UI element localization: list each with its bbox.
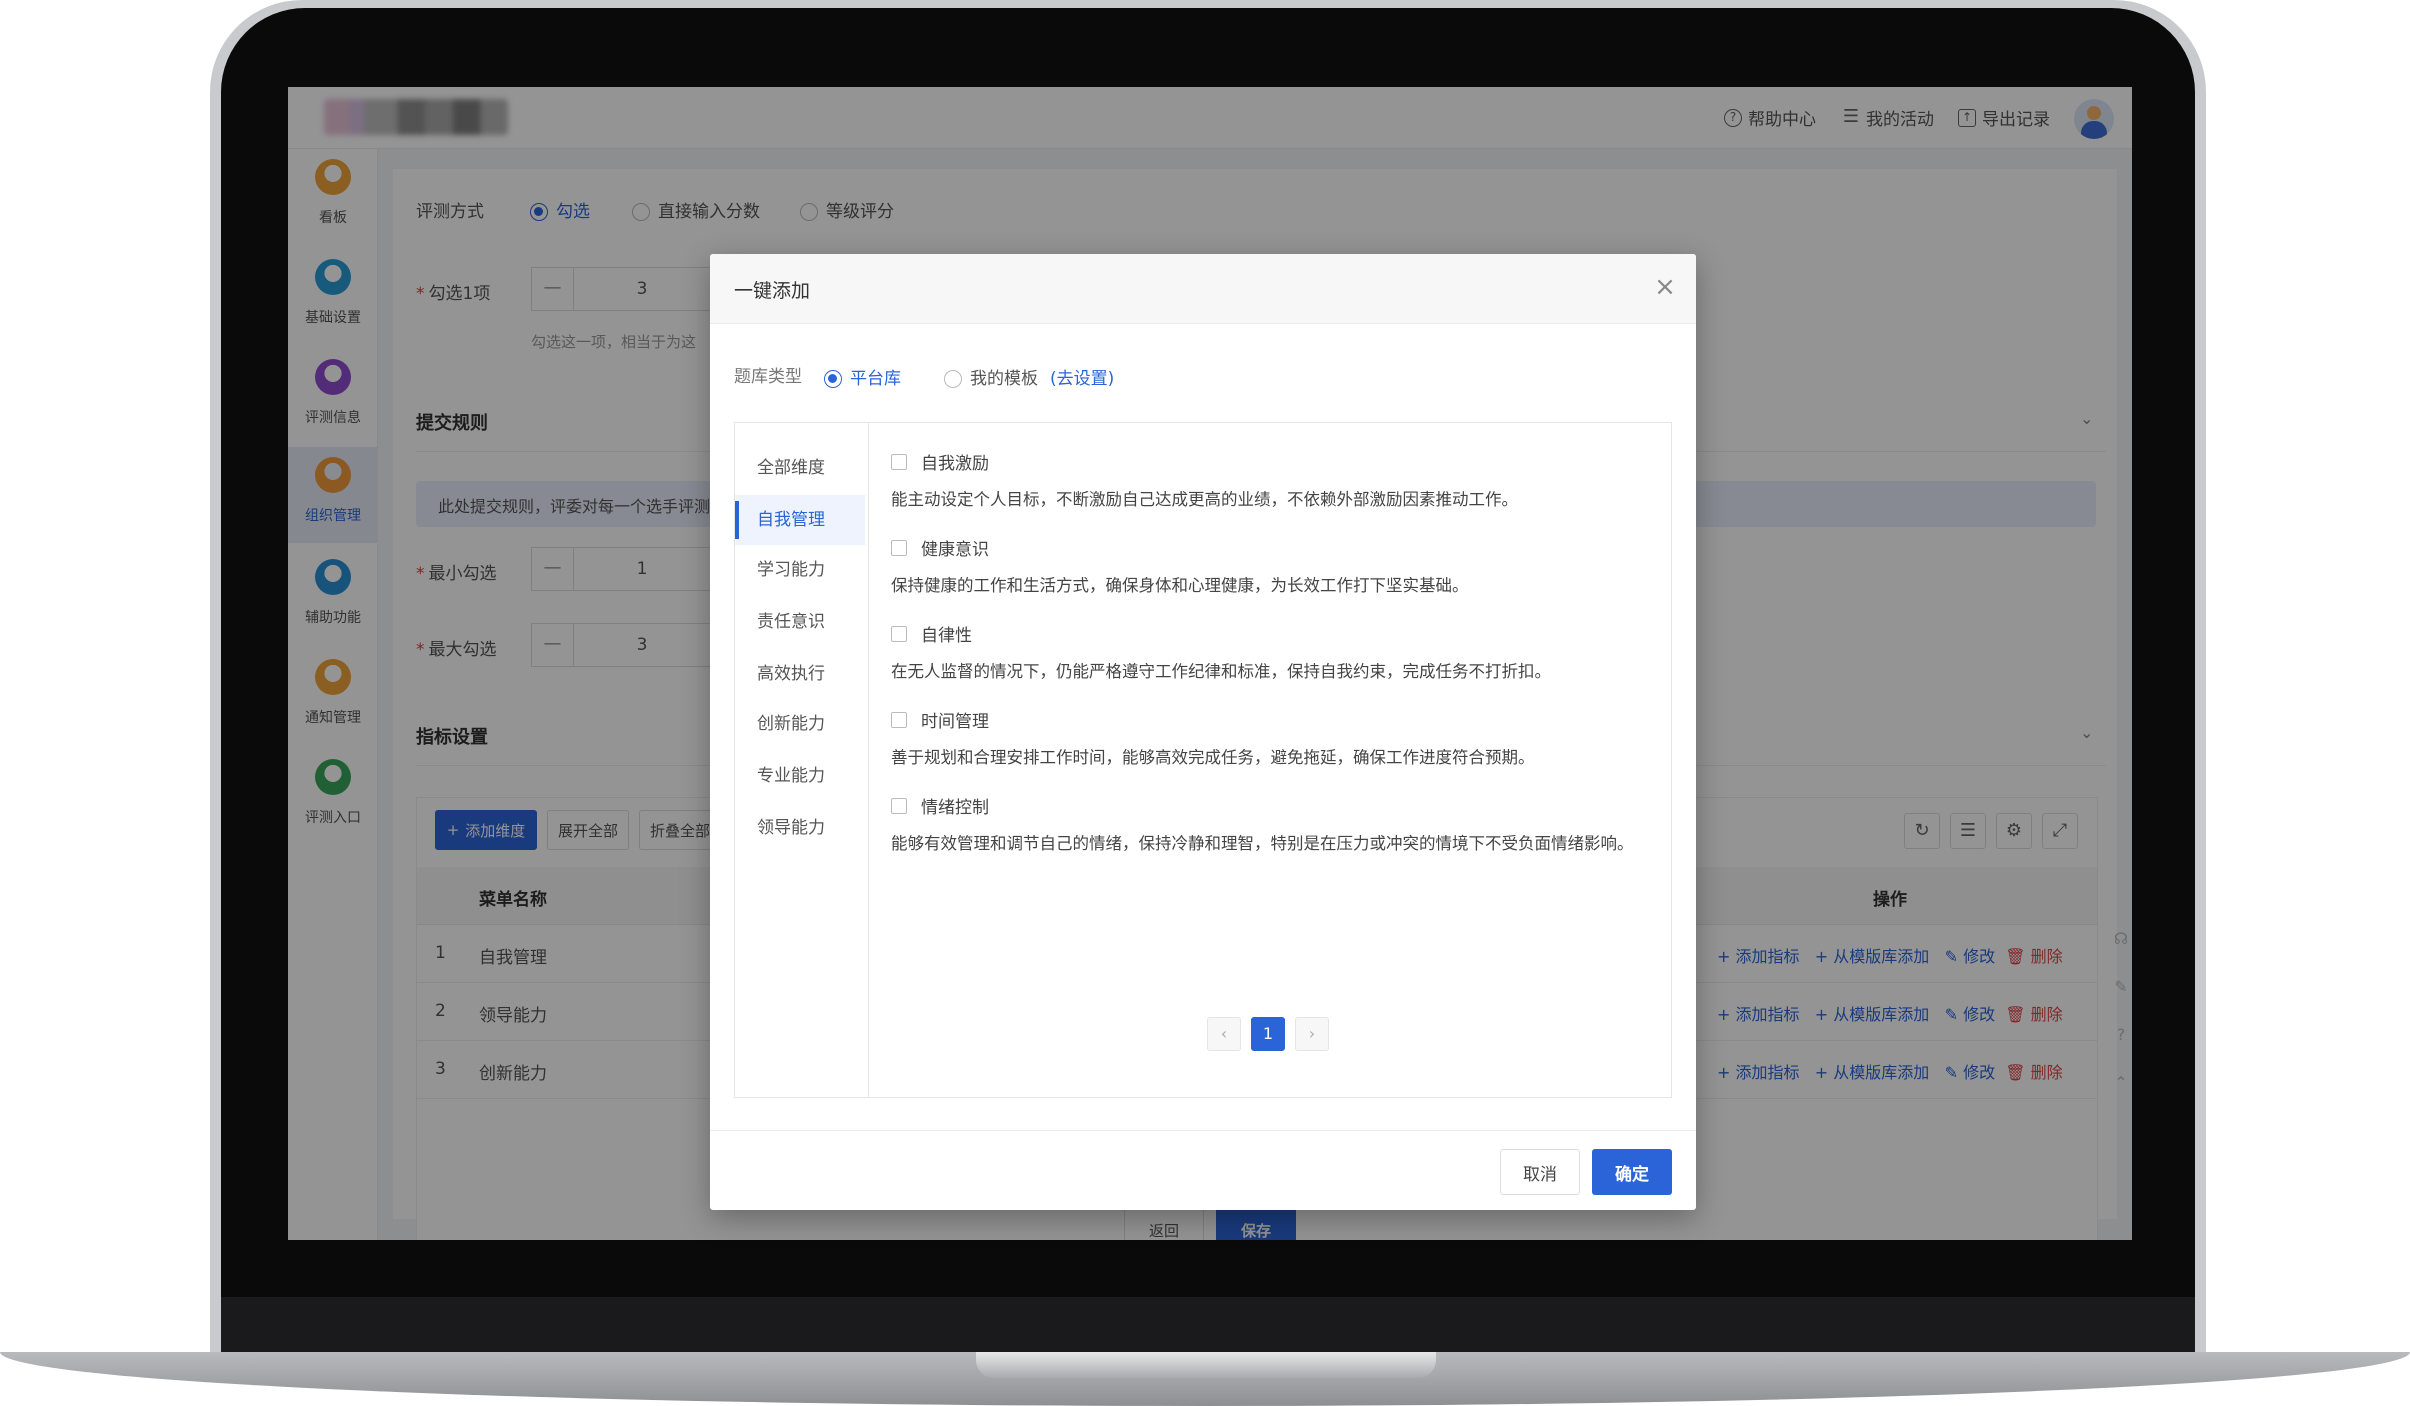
quick-add-modal: 一键添加 × 题库类型 平台库 我的模板 (去设置) 全部维度 自我管理 学习能… — [710, 254, 1696, 1210]
pagination: ‹ 1 › — [1207, 1017, 1329, 1051]
list-item: 情绪控制 能够有效管理和调节自己的情绪，保持冷静和理智，特别是在压力或冲突的情境… — [891, 793, 1651, 854]
category-all[interactable]: 全部维度 — [735, 443, 865, 493]
category-responsibility[interactable]: 责任意识 — [735, 597, 865, 647]
radio-icon — [944, 370, 962, 388]
chevron-left-icon[interactable]: ‹ — [1207, 1017, 1241, 1051]
question-checkbox-row[interactable]: 自律性 — [891, 621, 1651, 646]
category-execution[interactable]: 高效执行 — [735, 649, 865, 699]
cancel-button[interactable]: 取消 — [1500, 1149, 1580, 1195]
modal-title: 一键添加 — [734, 280, 811, 302]
confirm-button[interactable]: 确定 — [1592, 1149, 1672, 1195]
library-type-option-label: 我的模板 — [970, 369, 1038, 389]
category-professional[interactable]: 专业能力 — [735, 751, 865, 801]
close-icon[interactable]: × — [1650, 272, 1680, 302]
list-item: 时间管理 善于规划和合理安排工作时间，能够高效完成任务，避免拖延，确保工作进度符… — [891, 707, 1651, 768]
confirm-label: 确定 — [1615, 1164, 1649, 1185]
list-item: 健康意识 保持健康的工作和生活方式，确保身体和心理健康，为长效工作打下坚实基础。 — [891, 535, 1651, 596]
question-title: 情绪控制 — [921, 798, 989, 818]
cancel-label: 取消 — [1523, 1164, 1557, 1185]
library-type-option-label: 平台库 — [850, 369, 901, 389]
checkbox-icon[interactable] — [891, 711, 907, 728]
library-type-my-template[interactable]: 我的模板 — [944, 364, 1038, 389]
list-item: 自律性 在无人监督的情况下，仍能严格遵守工作纪律和标准，保持自我约束，完成任务不… — [891, 621, 1651, 682]
question-checkbox-row[interactable]: 情绪控制 — [891, 793, 1651, 818]
question-title: 健康意识 — [921, 540, 989, 560]
library-type-platform[interactable]: 平台库 — [824, 364, 901, 389]
chevron-right-icon[interactable]: › — [1295, 1017, 1329, 1051]
checkbox-icon[interactable] — [891, 453, 907, 470]
checkbox-icon[interactable] — [891, 797, 907, 814]
library-type-label: 题库类型 — [734, 367, 802, 387]
question-list: 自我激励 能主动设定个人目标，不断激励自己达成更高的业绩，不依赖外部激励因素推动… — [891, 449, 1661, 889]
question-checkbox-row[interactable]: 时间管理 — [891, 707, 1651, 732]
checkbox-icon[interactable] — [891, 539, 907, 556]
category-innovation[interactable]: 创新能力 — [735, 699, 865, 749]
question-desc: 能够有效管理和调节自己的情绪，保持冷静和理智，特别是在压力或冲突的情境下不受负面… — [891, 834, 1634, 853]
question-title: 时间管理 — [921, 712, 989, 732]
list-item: 自我激励 能主动设定个人目标，不断激励自己达成更高的业绩，不依赖外部激励因素推动… — [891, 449, 1651, 510]
question-panel: 全部维度 自我管理 学习能力 责任意识 高效执行 创新能力 专业能力 领导能力 … — [734, 422, 1672, 1098]
page-number[interactable]: 1 — [1251, 1017, 1285, 1051]
modal-footer: 取消 确定 — [710, 1130, 1696, 1210]
category-learning[interactable]: 学习能力 — [735, 545, 865, 595]
category-self-management[interactable]: 自我管理 — [735, 495, 865, 545]
category-leadership[interactable]: 领导能力 — [735, 803, 865, 853]
go-settings-link[interactable]: (去设置) — [1050, 364, 1114, 389]
question-checkbox-row[interactable]: 自我激励 — [891, 449, 1651, 474]
radio-checked-icon — [824, 370, 842, 388]
question-title: 自我激励 — [921, 454, 989, 474]
checkbox-icon[interactable] — [891, 625, 907, 642]
laptop-screen-chin — [221, 1297, 2195, 1352]
category-list: 全部维度 自我管理 学习能力 责任意识 高效执行 创新能力 专业能力 领导能力 — [735, 423, 869, 1097]
question-desc: 保持健康的工作和生活方式，确保身体和心理健康，为长效工作打下坚实基础。 — [891, 576, 1469, 595]
question-title: 自律性 — [921, 626, 972, 646]
question-checkbox-row[interactable]: 健康意识 — [891, 535, 1651, 560]
question-desc: 能主动设定个人目标，不断激励自己达成更高的业绩，不依赖外部激励因素推动工作。 — [891, 490, 1518, 509]
question-desc: 善于规划和合理安排工作时间，能够高效完成任务，避免拖延，确保工作进度符合预期。 — [891, 748, 1535, 767]
question-desc: 在无人监督的情况下，仍能严格遵守工作纪律和标准，保持自我约束，完成任务不打折扣。 — [891, 662, 1551, 681]
laptop-notch — [976, 1352, 1436, 1378]
modal-header: 一键添加 × — [710, 254, 1696, 324]
